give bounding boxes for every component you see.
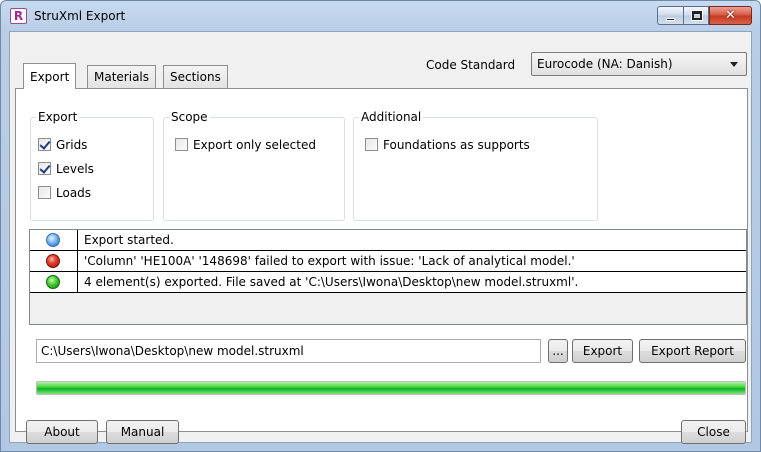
title-bar[interactable]: R StruXml Export ✕ bbox=[1, 1, 760, 31]
code-standard-label: Code Standard bbox=[426, 58, 516, 72]
scope-group-title: Scope bbox=[169, 110, 210, 124]
grids-checkbox[interactable] bbox=[38, 138, 51, 151]
export-button[interactable]: Export bbox=[572, 339, 633, 363]
manual-button[interactable]: Manual bbox=[106, 420, 179, 444]
maximize-button[interactable] bbox=[683, 6, 709, 25]
export-group-title: Export bbox=[36, 110, 80, 124]
close-button[interactable]: Close bbox=[681, 420, 746, 444]
log-status-cell bbox=[30, 230, 78, 250]
minimize-button[interactable] bbox=[657, 6, 683, 25]
additional-group-title: Additional bbox=[359, 110, 424, 124]
close-icon: ✕ bbox=[725, 8, 736, 23]
log-row: 4 element(s) exported. File saved at 'C:… bbox=[30, 272, 746, 293]
export-window: R StruXml Export ✕ Export Materials Sect… bbox=[0, 0, 761, 452]
log-message: 4 element(s) exported. File saved at 'C:… bbox=[84, 275, 579, 289]
browse-button[interactable]: ... bbox=[548, 339, 568, 363]
log-message: Export started. bbox=[84, 233, 174, 247]
scope-group bbox=[163, 117, 345, 221]
loads-checkbox-row[interactable]: Loads bbox=[38, 186, 91, 202]
tab-sections[interactable]: Sections bbox=[163, 65, 228, 88]
foundations-as-supports-row[interactable]: Foundations as supports bbox=[365, 138, 530, 154]
green-circle-icon bbox=[46, 275, 60, 289]
log-row: 'Column' 'HE100A' '148698' failed to exp… bbox=[30, 251, 746, 272]
export-only-selected-label: Export only selected bbox=[193, 138, 316, 152]
maximize-icon bbox=[692, 11, 702, 20]
levels-checkbox-row[interactable]: Levels bbox=[38, 162, 94, 178]
grids-label: Grids bbox=[56, 138, 88, 152]
revit-app-icon: R bbox=[10, 8, 27, 24]
additional-group bbox=[353, 117, 598, 221]
file-path-input[interactable]: C:\Users\Iwona\Desktop\new model.struxml bbox=[36, 339, 541, 363]
grids-checkbox-row[interactable]: Grids bbox=[38, 138, 87, 154]
export-report-button[interactable]: Export Report bbox=[639, 339, 746, 363]
log-message: 'Column' 'HE100A' '148698' failed to exp… bbox=[84, 254, 575, 268]
close-window-button[interactable]: ✕ bbox=[709, 6, 752, 25]
about-button[interactable]: About bbox=[26, 420, 98, 444]
log-status-cell bbox=[30, 272, 78, 292]
blue-circle-icon bbox=[46, 233, 60, 247]
loads-label: Loads bbox=[56, 186, 92, 200]
chevron-down-icon bbox=[730, 62, 738, 67]
log-row: Export started. bbox=[30, 230, 746, 251]
tab-export[interactable]: Export bbox=[23, 63, 77, 89]
export-log-list[interactable]: Export started. 'Column' 'HE100A' '14869… bbox=[29, 229, 747, 325]
levels-checkbox[interactable] bbox=[38, 162, 51, 175]
foundations-as-supports-checkbox[interactable] bbox=[365, 138, 378, 151]
code-standard-value: Eurocode (NA: Danish) bbox=[537, 57, 673, 71]
log-status-cell bbox=[30, 251, 78, 271]
tab-materials[interactable]: Materials bbox=[87, 65, 157, 88]
code-standard-select[interactable]: Eurocode (NA: Danish) bbox=[531, 52, 747, 76]
loads-checkbox[interactable] bbox=[38, 186, 51, 199]
minimize-icon bbox=[666, 18, 675, 21]
window-title: StruXml Export bbox=[34, 9, 126, 23]
red-circle-icon bbox=[46, 254, 60, 268]
foundations-as-supports-label: Foundations as supports bbox=[383, 138, 530, 152]
export-progress-bar bbox=[36, 381, 746, 395]
levels-label: Levels bbox=[56, 162, 94, 176]
progress-fill bbox=[37, 382, 745, 394]
export-only-selected-checkbox[interactable] bbox=[175, 138, 188, 151]
export-only-selected-row[interactable]: Export only selected bbox=[175, 138, 316, 154]
